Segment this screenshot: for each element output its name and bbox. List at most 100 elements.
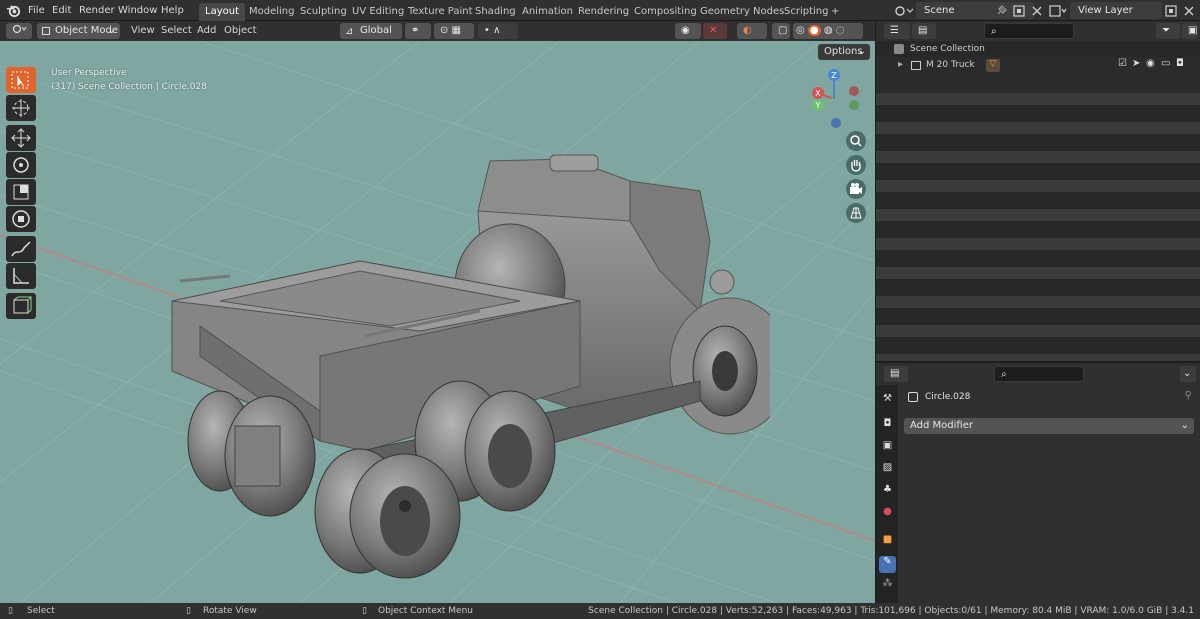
- delete-view-layer-icon[interactable]: [1182, 4, 1196, 18]
- menu-edit[interactable]: Edit: [52, 0, 71, 21]
- rotate-icon: [13, 157, 29, 173]
- delete-scene-icon[interactable]: [1030, 4, 1044, 18]
- gizmo-toggle-button[interactable]: ✕: [703, 23, 727, 39]
- tab-modifiers[interactable]: ✎: [879, 556, 896, 573]
- pin-icon[interactable]: ⚲: [1185, 390, 1192, 401]
- object-data-icon[interactable]: ▽: [986, 59, 1000, 72]
- tab-world[interactable]: ●: [879, 506, 896, 523]
- expand-arrow-icon[interactable]: ▸: [898, 59, 903, 70]
- tab-object[interactable]: ■: [879, 534, 896, 551]
- tab-tool[interactable]: ⚒: [879, 393, 896, 410]
- scale-tool[interactable]: [6, 179, 36, 205]
- tab-sculpting[interactable]: Sculpting: [294, 3, 353, 21]
- blender-logo-icon[interactable]: [6, 3, 21, 18]
- pin-icon[interactable]: [994, 4, 1008, 18]
- eye-icon[interactable]: ◉: [1146, 58, 1155, 69]
- new-scene-icon[interactable]: [1012, 4, 1026, 18]
- xray-toggle-button[interactable]: ▢: [772, 23, 790, 39]
- tab-scene[interactable]: ♣: [879, 484, 896, 501]
- tab-shading[interactable]: Shading: [469, 3, 522, 21]
- measure-tool[interactable]: [6, 263, 36, 289]
- outliner-empty-row: [876, 122, 1200, 134]
- transform-orientation-dropdown[interactable]: ⊿ Global: [340, 23, 402, 39]
- outliner-editor-type-button[interactable]: ☰: [884, 23, 910, 39]
- annotate-tool[interactable]: [6, 236, 36, 262]
- camera-icon: [850, 183, 862, 194]
- visibility-button[interactable]: ◉: [675, 23, 701, 39]
- ortho-toggle-button[interactable]: [846, 203, 866, 223]
- select-box-tool[interactable]: [6, 67, 36, 93]
- 3d-viewport[interactable]: User Perspective (317) Scene Collection …: [0, 41, 875, 603]
- display-mode-button[interactable]: ▤: [912, 23, 936, 39]
- monitor-icon[interactable]: ▭: [1161, 58, 1170, 69]
- neg-z-axis-icon: [831, 118, 841, 128]
- render-camera-icon[interactable]: ◘: [1176, 58, 1184, 69]
- properties-options-button[interactable]: ⌄: [1180, 366, 1196, 382]
- camera-view-button[interactable]: [846, 179, 866, 199]
- cursor-tool[interactable]: [6, 95, 36, 121]
- view-layer-icon[interactable]: [1048, 4, 1068, 18]
- gizmo-icon: ✕: [709, 25, 718, 36]
- truck-model[interactable]: [160, 151, 770, 581]
- tab-output[interactable]: ▣: [879, 440, 896, 457]
- navigation-gizmo[interactable]: Z X Y: [808, 65, 864, 133]
- left-mouse-icon: ▯: [8, 606, 13, 616]
- viewport-menu-add[interactable]: Add: [197, 21, 216, 41]
- rotate-tool[interactable]: [6, 152, 36, 178]
- shading-mode-buttons[interactable]: ◎ ● ◍ ◌: [793, 23, 863, 39]
- viewport-menu-object[interactable]: Object: [224, 21, 257, 41]
- filter-button[interactable]: ⏷: [1156, 23, 1180, 39]
- tab-texture-paint[interactable]: Texture Paint: [402, 3, 479, 21]
- selectable-icon[interactable]: ➤: [1132, 58, 1140, 69]
- viewport-menu-view[interactable]: View: [131, 21, 155, 41]
- new-view-layer-icon[interactable]: [1164, 4, 1178, 18]
- options-button[interactable]: Options ⌄: [818, 44, 870, 60]
- tab-view-layer[interactable]: ▨: [879, 462, 896, 479]
- tab-rendering[interactable]: Rendering: [572, 3, 635, 21]
- viewport-header: Object Mode ⌄ View Select Add Object ⊿ G…: [0, 21, 875, 41]
- object-mode-dropdown[interactable]: Object Mode ⌄: [37, 23, 120, 39]
- tab-compositing[interactable]: Compositing: [628, 3, 703, 21]
- tab-render[interactable]: ◘: [879, 418, 896, 435]
- snap-icon: ⊙ ▦: [440, 25, 462, 36]
- material-shading-icon[interactable]: ◍: [824, 25, 833, 36]
- add-workspace-button[interactable]: +: [825, 3, 845, 21]
- editor-type-button[interactable]: [6, 23, 32, 39]
- properties-search-input[interactable]: ⌕: [994, 366, 1084, 382]
- tab-layout[interactable]: Layout: [199, 3, 245, 21]
- add-cube-tool[interactable]: [6, 293, 36, 319]
- tab-animation[interactable]: Animation: [516, 3, 579, 21]
- new-collection-button[interactable]: ▣: [1182, 23, 1198, 39]
- properties-editor-type-button[interactable]: ▤: [884, 366, 908, 382]
- proportional-edit-button[interactable]: • ∧: [478, 23, 518, 39]
- outliner-row-truck[interactable]: ▸ M 20 Truck ▽ ☑ ➤ ◉ ▭ ◘: [876, 57, 1200, 75]
- move-tool[interactable]: [6, 125, 36, 151]
- viewport-menu-select[interactable]: Select: [161, 21, 192, 41]
- pivot-point-button[interactable]: ⚭: [405, 23, 431, 39]
- view-layer-field[interactable]: View Layer: [1070, 2, 1162, 19]
- menu-render[interactable]: Render: [79, 0, 115, 21]
- outliner-panel[interactable]: Scene Collection ▸ M 20 Truck ▽ ☑ ➤ ◉ ▭ …: [876, 41, 1200, 361]
- world-icon: ●: [883, 506, 892, 517]
- tab-uv-editing[interactable]: UV Editing: [346, 3, 410, 21]
- overlay-toggle-button[interactable]: ◐: [737, 23, 767, 39]
- tab-particles[interactable]: ⁂: [879, 578, 896, 595]
- pan-button[interactable]: [846, 155, 866, 175]
- checkbox-icon[interactable]: ☑: [1118, 58, 1127, 69]
- menu-window[interactable]: Window: [118, 0, 157, 21]
- scene-icon[interactable]: [894, 4, 914, 18]
- tool-icon: ⚒: [883, 393, 892, 404]
- rendered-shading-icon[interactable]: ◌: [836, 25, 845, 36]
- tab-geometry-nodes[interactable]: Geometry Nodes: [694, 3, 790, 21]
- menu-help[interactable]: Help: [161, 0, 184, 21]
- zoom-button[interactable]: [846, 131, 866, 151]
- outliner-icon: ☰: [890, 25, 899, 36]
- snap-button[interactable]: ⊙ ▦: [434, 23, 474, 39]
- solid-shading-icon[interactable]: ●: [807, 25, 821, 36]
- transform-tool[interactable]: [6, 206, 36, 232]
- outliner-search-input[interactable]: ⌕: [984, 23, 1074, 39]
- menu-file[interactable]: File: [28, 0, 45, 21]
- tab-modeling[interactable]: Modeling: [243, 3, 301, 21]
- wireframe-shading-icon[interactable]: ◎: [796, 25, 805, 36]
- add-modifier-dropdown[interactable]: Add Modifier ⌄: [904, 418, 1194, 434]
